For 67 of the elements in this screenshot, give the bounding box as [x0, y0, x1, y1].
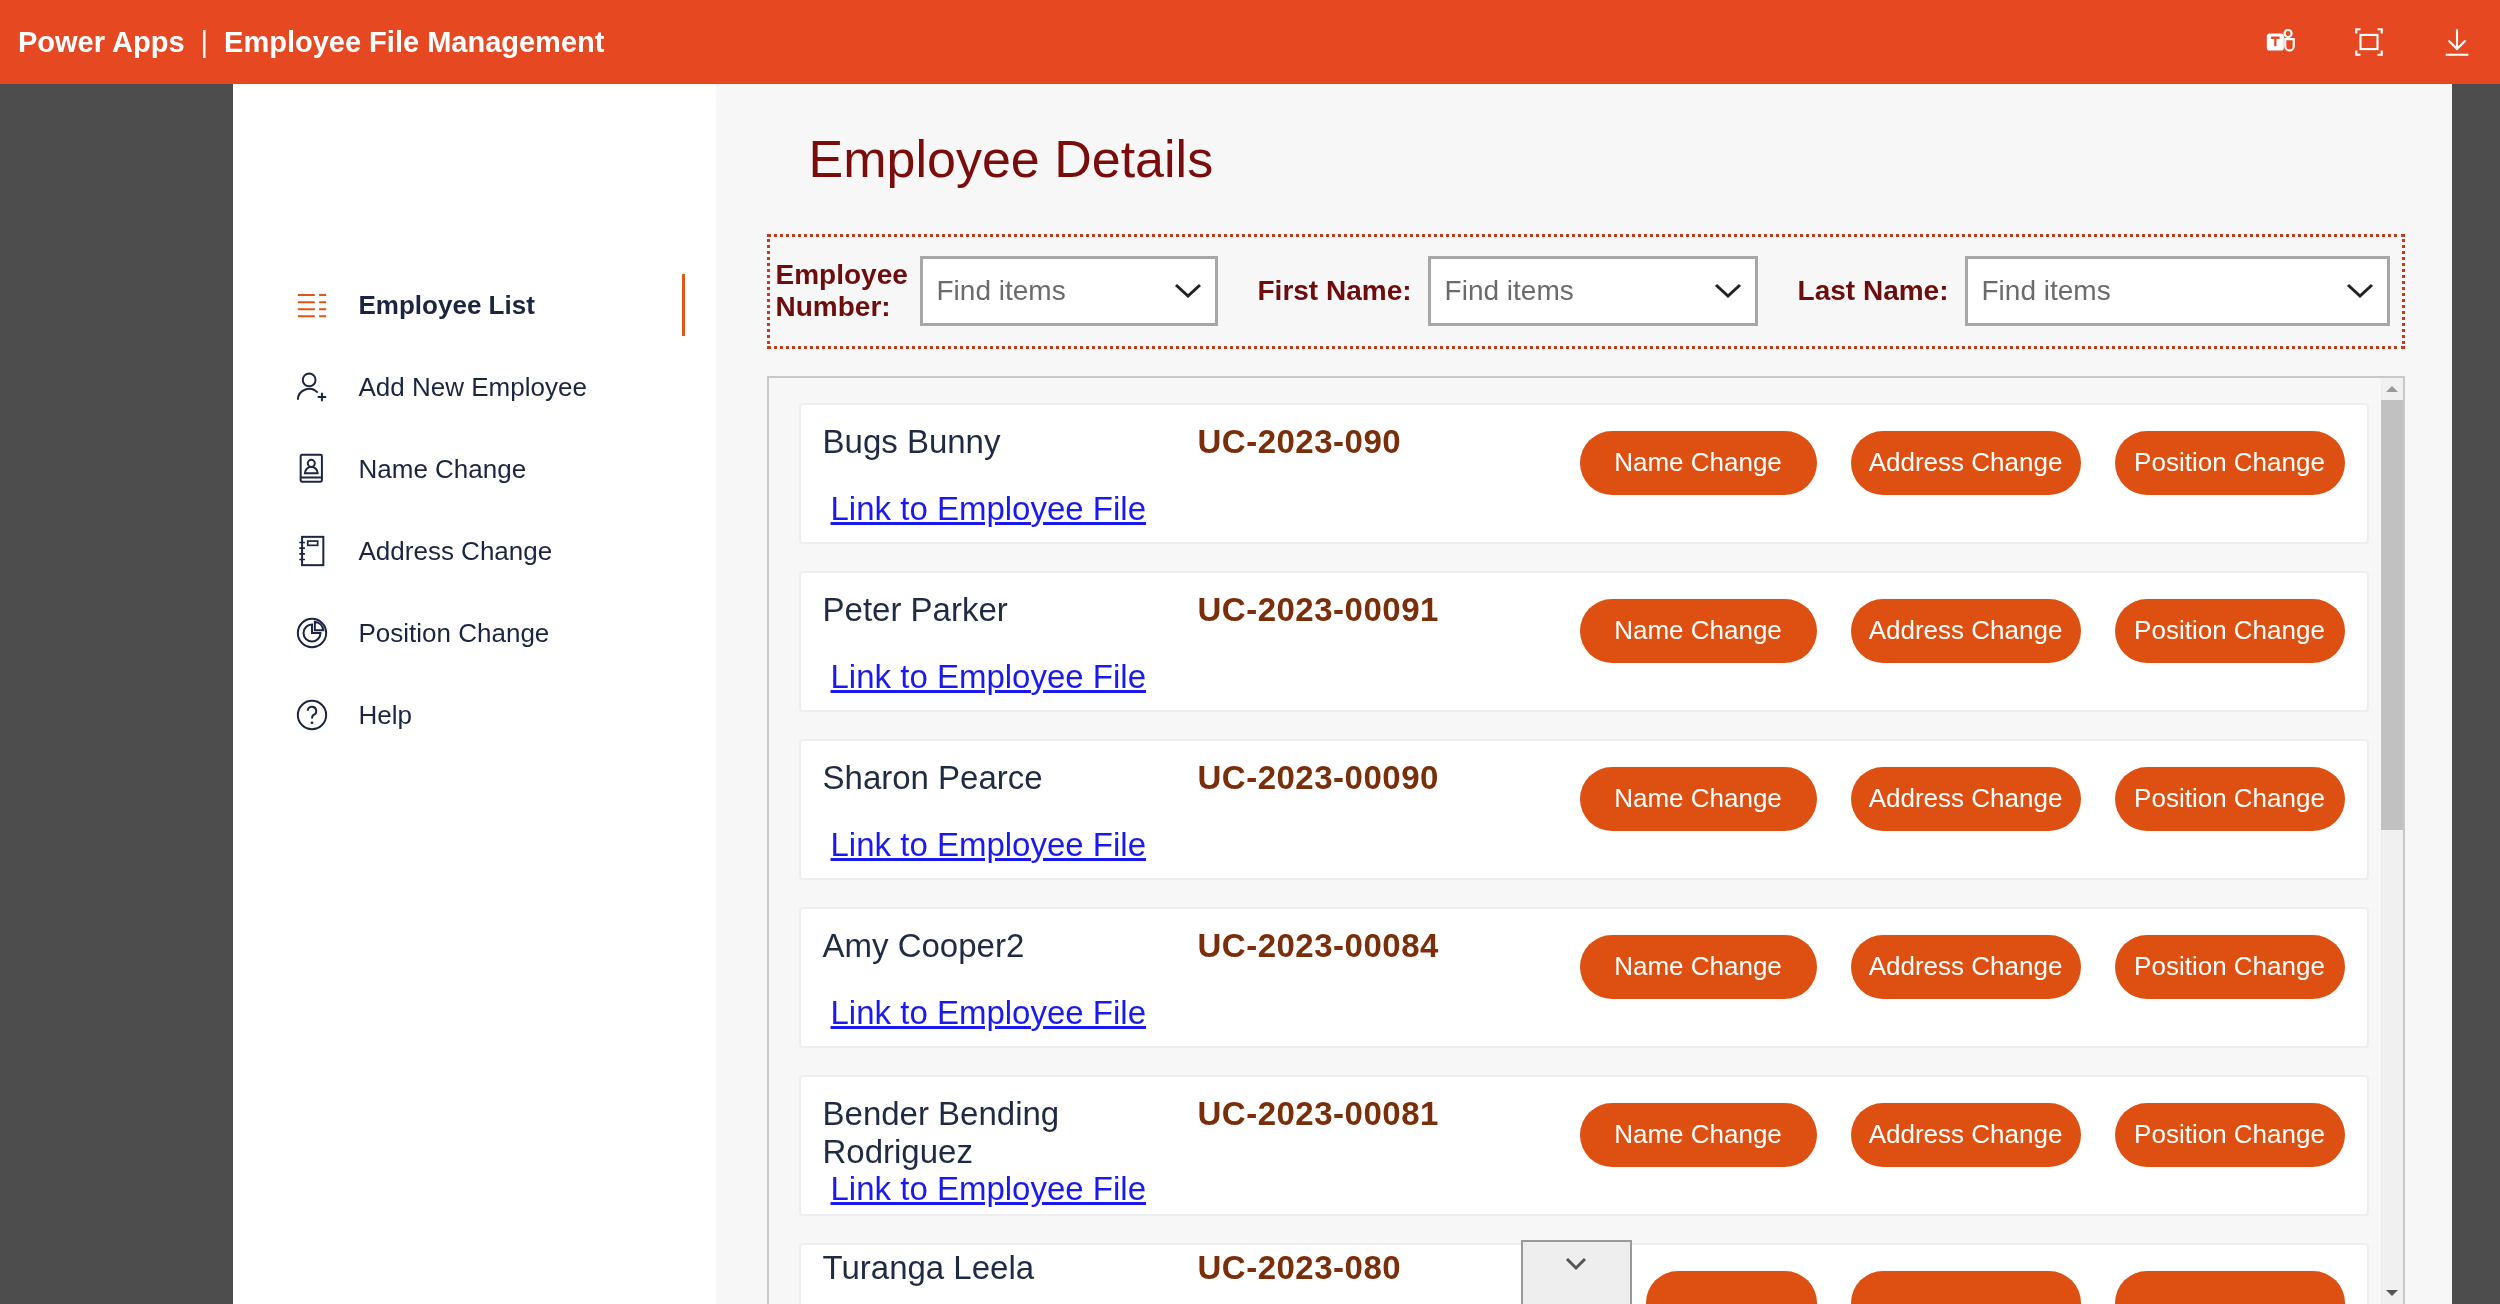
search-input[interactable]: Find items — [934, 274, 1173, 309]
nav-item[interactable]: Help — [232, 674, 716, 756]
fullscreen-icon[interactable] — [2352, 25, 2386, 59]
page-title: Employee Details — [808, 129, 1215, 190]
search-dropdown[interactable]: Find items — [1427, 256, 1758, 327]
employee-card[interactable]: Bugs Bunny Link to Employee File UC-2023-090 Name Change Address Change Position Change — [798, 402, 2369, 544]
employee-name: Bender Bending Rodriguez — [822, 1094, 1061, 1171]
selection-indicator — [681, 274, 685, 336]
employee-name: Amy Cooper2 — [822, 926, 1026, 965]
scroll-thumb[interactable] — [2380, 399, 2403, 830]
change-button[interactable]: Address Change — [1850, 598, 2081, 663]
employee-card[interactable]: Amy Cooper2 Link to Employee File UC-2023-00084 Name Change Address Change Position Change — [798, 906, 2369, 1048]
employee-number: UC-2023-00090 — [1197, 757, 1439, 798]
change-button[interactable]: Address Change — [1850, 430, 2081, 495]
app-title: Employee File Management — [224, 25, 605, 59]
search-input[interactable]: Find items — [1442, 274, 1713, 309]
change-button[interactable]: Position Change — [2114, 430, 2345, 495]
employee-file-link[interactable]: Link to Employee File — [830, 825, 1198, 864]
scrollbar[interactable] — [2380, 377, 2403, 1304]
nav-item[interactable]: Address Change — [232, 510, 716, 592]
nav-item[interactable]: Add New Employee — [232, 346, 716, 428]
chevron-down-icon — [1564, 1256, 1588, 1272]
title-separator: | — [200, 25, 209, 59]
employee-card[interactable]: Sharon Pearce Link to Employee File UC-2023-00090 Name Change Address Change Position Change — [798, 738, 2369, 880]
scroll-up-icon[interactable] — [2384, 383, 2399, 394]
employee-number: UC-2023-00081 — [1197, 1093, 1439, 1134]
change-button[interactable]: Position Change — [2114, 598, 2345, 663]
help-icon — [294, 698, 329, 732]
search-dropdown[interactable]: Find items — [919, 256, 1218, 327]
app-name: Power Apps — [18, 25, 185, 59]
search-dropdown[interactable]: Find items — [1964, 256, 2390, 327]
filter-label: Last Name: — [1797, 275, 1949, 308]
change-button[interactable]: Position Change — [2114, 934, 2345, 999]
employee-card[interactable]: Bender Bending Rodriguez Link to Employee File UC-2023-00081 Name Change Address Change Position Change — [798, 1074, 2369, 1216]
change-button[interactable]: Address Change — [1850, 766, 2081, 831]
employee-card[interactable]: Peter Parker Link to Employee File UC-2023-00091 Name Change Address Change Position Change — [798, 570, 2369, 712]
person-add-icon — [294, 370, 329, 404]
change-button[interactable]: Address Change — [1850, 934, 2081, 999]
nav-item[interactable]: Name Change — [232, 428, 716, 510]
employee-file-link[interactable]: Link to Employee File — [830, 993, 1198, 1032]
employee-name: Peter Parker — [822, 590, 1009, 629]
change-button[interactable]: Address Change — [1850, 1102, 2081, 1167]
change-button[interactable]: Position Change — [2114, 766, 2345, 831]
employee-number: UC-2023-00091 — [1197, 589, 1439, 630]
employee-number: UC-2023-080 — [1197, 1247, 1402, 1288]
employee-number: UC-2023-00084 — [1197, 925, 1439, 966]
employee-number: UC-2023-090 — [1197, 421, 1402, 462]
scroll-down-icon[interactable] — [2384, 1288, 2399, 1298]
change-button[interactable]: Name Change — [1579, 430, 1817, 495]
change-button[interactable]: Name Change — [1579, 1102, 1817, 1167]
change-button[interactable]: Position Change — [2114, 1102, 2345, 1167]
employee-file-link[interactable]: Link to Employee File — [830, 1170, 1198, 1209]
employee-card[interactable]: Turanga Leela UC-2023-080 — [798, 1242, 2369, 1304]
change-button[interactable]: Name Change — [1579, 598, 1817, 663]
nav-item[interactable]: Position Change — [232, 592, 716, 674]
change-button[interactable]: Name Change — [1579, 934, 1817, 999]
pie-chart-icon — [294, 616, 329, 650]
change-button[interactable]: Name Change — [1579, 766, 1817, 831]
filter-label: First Name: — [1257, 275, 1412, 308]
search-input[interactable]: Find items — [1979, 274, 2345, 309]
employee-name: Sharon Pearce — [822, 758, 1044, 797]
employee-file-link[interactable]: Link to Employee File — [830, 657, 1198, 696]
employee-file-link[interactable]: Link to Employee File — [830, 489, 1198, 528]
employee-name: Turanga Leela — [822, 1248, 1036, 1287]
employee-name: Bugs Bunny — [822, 422, 1002, 461]
nav-item[interactable]: Employee List — [232, 264, 716, 346]
scroll-more-button[interactable] — [1520, 1240, 1632, 1304]
